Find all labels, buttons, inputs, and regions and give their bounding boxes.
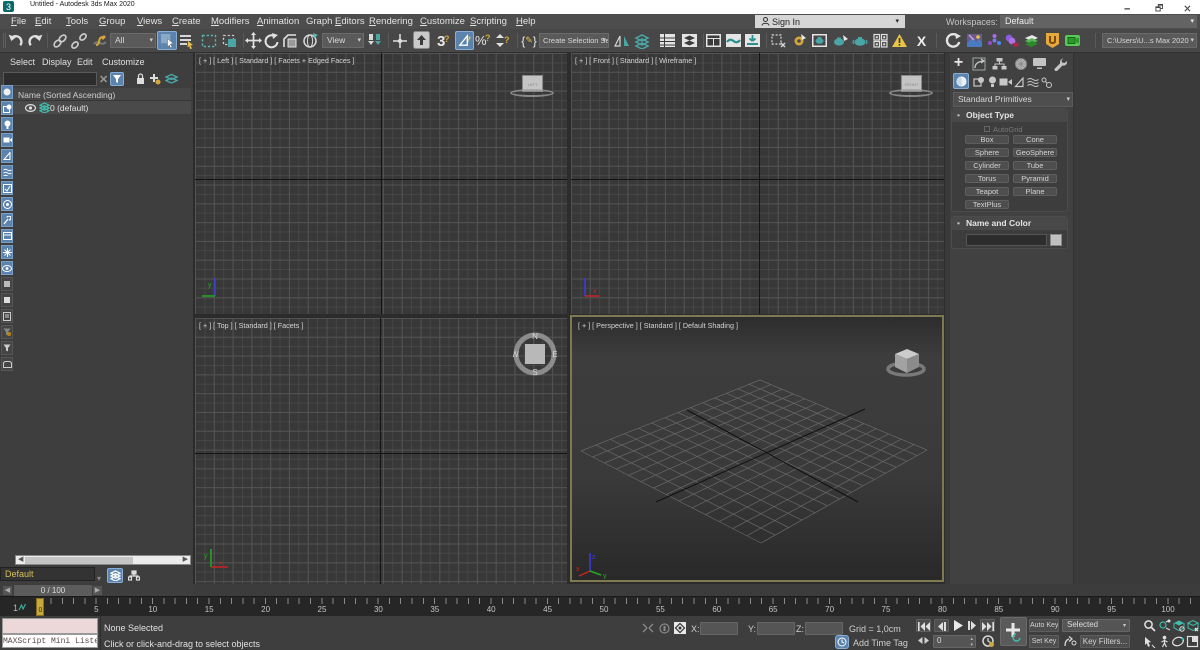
- svg-text:N: N: [532, 332, 538, 341]
- svg-text:y: y: [603, 573, 607, 579]
- svg-text:3: 3: [6, 2, 11, 12]
- svg-text:W: W: [513, 350, 519, 359]
- svg-text:z: z: [592, 554, 596, 561]
- svg-text:E: E: [552, 350, 557, 359]
- svg-text:?: ?: [466, 34, 471, 43]
- svg-text:y: y: [208, 282, 212, 289]
- svg-text:S: S: [532, 368, 537, 376]
- svg-text:x: x: [219, 560, 223, 567]
- svg-text:?: ?: [485, 33, 491, 43]
- svg-text:x: x: [593, 288, 597, 295]
- svg-text:x: x: [576, 566, 580, 573]
- svg-text:1: 1: [13, 603, 18, 612]
- svg-text:?: ?: [444, 34, 450, 44]
- svg-text:y: y: [204, 553, 208, 560]
- svg-text:?: ?: [504, 35, 510, 45]
